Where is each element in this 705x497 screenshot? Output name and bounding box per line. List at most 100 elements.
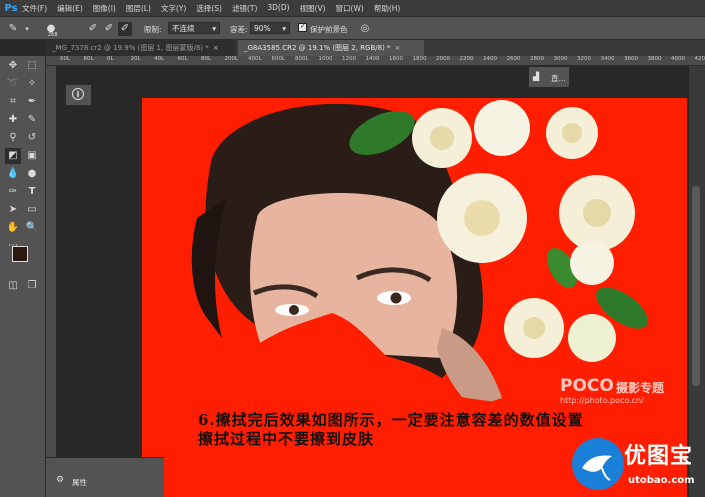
- menu-item-8[interactable]: 视图(V): [300, 3, 326, 14]
- options-bar: ✎ ▾ ● 268 ✐ ✐ ✐ 限制: 不连续 ▾ 容差: 90% ▾ ✓ 保护前景…: [0, 16, 705, 40]
- tool-preset-chevron-icon[interactable]: ▾: [20, 22, 34, 36]
- ruler-tick: 600L: [271, 56, 286, 62]
- brush-size-label: 268: [48, 32, 58, 38]
- menu-item-7[interactable]: 3D(D): [267, 3, 289, 14]
- tolerance-field[interactable]: 90% ▾: [250, 22, 290, 34]
- eyedropper-tool-icon[interactable]: ✒: [24, 94, 40, 110]
- properties-label: 属性: [72, 478, 87, 487]
- protect-foreground-checkbox[interactable]: ✓: [298, 22, 307, 32]
- ruler-tick: 2000: [436, 56, 450, 62]
- ruler-tick: 3200: [577, 56, 591, 62]
- menu-item-3[interactable]: 图层(L): [126, 3, 151, 14]
- ruler-tick: 1600: [389, 56, 403, 62]
- protect-foreground-label: 保护前景色: [310, 25, 348, 34]
- properties-icon: ⚙: [56, 475, 65, 485]
- ruler-tick: 1000: [318, 56, 333, 62]
- menu-item-5[interactable]: 选择(S): [196, 3, 222, 14]
- background-eraser-tool-icon[interactable]: ✎: [6, 22, 20, 36]
- menu-item-6[interactable]: 滤镜(T): [232, 3, 257, 14]
- gradient-tool-icon[interactable]: ▣: [24, 148, 40, 164]
- ruler-tick: 1400: [365, 56, 380, 62]
- histogram-icon: ▟: [533, 72, 540, 81]
- canvas-area[interactable]: POCO 摄影专题 http://photo.poco.cn/ 6.擦拭完后效果…: [56, 66, 689, 497]
- brush-tool-icon[interactable]: ✎: [24, 112, 40, 128]
- ruler-tick: 3800: [647, 56, 662, 62]
- brand-name: 优图宝: [624, 444, 694, 469]
- toolbox: ✥ ⬚ ➰ ✧ ⌗ ✒ ✚ ✎ ⚲ ↺ ◩ ▣ 💧 ● ✑ T ➤ ▭ ✋ 🔍 …: [0, 56, 46, 497]
- crop-tool-icon[interactable]: ⌗: [5, 94, 21, 110]
- ruler-tick: 60L: [177, 56, 188, 62]
- menu-items: 文件(F) 编辑(E) 图像(I) 图层(L) 文字(Y) 选择(S) 滤镜(T) 3D(D)…: [22, 3, 410, 14]
- ruler-tick: 200L: [224, 56, 239, 62]
- ruler-tick: 40L: [154, 56, 165, 62]
- close-icon: ×: [212, 44, 219, 52]
- document-tabs: _MG_7378.cr2 @ 19.9% (图层 1, 图层蒙版/8) * × _…: [46, 40, 705, 56]
- eraser-tool-icon[interactable]: ◩: [5, 148, 21, 164]
- marquee-tool-icon[interactable]: ⬚: [24, 58, 40, 74]
- zoom-tool-icon[interactable]: 🔍: [24, 220, 40, 236]
- vertical-scrollbar[interactable]: [689, 66, 705, 497]
- history-brush-tool-icon[interactable]: ↺: [24, 130, 40, 146]
- rectangle-tool-icon[interactable]: ▭: [24, 202, 40, 218]
- ruler-tick: 1200: [342, 56, 356, 62]
- ruler-tick: 2600: [506, 56, 521, 62]
- quick-mask-icon[interactable]: ◫: [5, 278, 21, 294]
- ruler-tick: 0L: [107, 56, 114, 62]
- menu-item-10[interactable]: 帮助(H): [374, 3, 401, 14]
- info-panel[interactable]: i: [65, 84, 92, 106]
- ruler-tick: 2200: [459, 56, 474, 62]
- ruler-tick: 1800: [412, 56, 427, 62]
- sampling-once-icon[interactable]: ✐: [102, 22, 116, 36]
- pressure-size-icon[interactable]: ◎: [358, 22, 372, 36]
- properties-panel[interactable]: ⚙ 属性: [46, 457, 164, 497]
- ruler-tick: 80L: [201, 56, 212, 62]
- healing-brush-tool-icon[interactable]: ✚: [5, 112, 21, 128]
- watermark-logo: POCO: [560, 376, 614, 396]
- clone-stamp-tool-icon[interactable]: ⚲: [5, 130, 21, 146]
- menu-bar: Ps 文件(F) 编辑(E) 图像(I) 图层(L) 文字(Y) 选择(S) 滤镜(T) 3D…: [0, 0, 705, 16]
- type-tool-icon[interactable]: T: [24, 184, 40, 200]
- ruler-tick: 20L: [130, 56, 141, 62]
- bird-icon: [582, 455, 612, 481]
- brand-logo: [572, 438, 624, 490]
- watermark-title: 摄影专题: [616, 381, 665, 395]
- menu-item-9[interactable]: 窗口(W): [336, 3, 364, 14]
- ruler-tick: 4200: [694, 56, 705, 62]
- sampling-continuous-icon[interactable]: ✐: [86, 22, 100, 36]
- ruler-tick: 3600: [624, 56, 638, 62]
- ruler-tick: 400L: [248, 56, 262, 62]
- menu-item-0[interactable]: 文件(F): [22, 3, 47, 14]
- foreground-color-swatch[interactable]: [12, 246, 28, 262]
- brand-url: utobao.com: [628, 475, 695, 486]
- menu-item-1[interactable]: 编辑(E): [57, 3, 83, 14]
- blur-tool-icon[interactable]: 💧: [5, 166, 21, 182]
- limits-select[interactable]: 不连续 ▾: [168, 22, 220, 34]
- quick-select-tool-icon[interactable]: ✧: [24, 76, 40, 92]
- info-icon[interactable]: i: [72, 88, 84, 100]
- caption-line-1: 6.擦拭完后效果如图所示，一定要注意容差的数值设置: [198, 411, 584, 429]
- dodge-tool-icon[interactable]: ●: [24, 166, 40, 182]
- tab-mg-7378[interactable]: _MG_7378.cr2 @ 19.9% (图层 1, 图层蒙版/8) * ×: [46, 40, 236, 56]
- screen-mode-icon[interactable]: ❐: [24, 278, 40, 294]
- ruler-tick: 60L: [60, 56, 71, 62]
- path-selection-tool-icon[interactable]: ➤: [5, 202, 21, 218]
- close-icon: ×: [394, 44, 401, 52]
- move-tool-icon[interactable]: ✥: [5, 58, 21, 74]
- tab-g8a3585[interactable]: _G8A3585.CR2 @ 19.1% (图层 2, RGB/8) * ×: [238, 40, 424, 56]
- menu-item-4[interactable]: 文字(Y): [161, 3, 186, 14]
- ruler-tick: 800L: [295, 56, 309, 62]
- histogram-label: 直...: [551, 74, 566, 83]
- photoshop-logo: Ps: [4, 2, 18, 14]
- pen-tool-icon[interactable]: ✑: [5, 184, 21, 200]
- ruler-tick: 3000: [553, 56, 568, 62]
- histogram-panel[interactable]: ▟ 直...: [528, 66, 570, 88]
- menu-item-2[interactable]: 图像(I): [93, 3, 116, 14]
- tolerance-label: 容差:: [230, 25, 248, 34]
- caption-line-2: 擦拭过程中不要擦到皮肤: [198, 430, 375, 448]
- ruler-tick: 4000: [671, 56, 685, 62]
- sampling-background-swatch-icon[interactable]: ✐: [118, 22, 132, 36]
- watermark-url: http://photo.poco.cn/: [560, 396, 644, 405]
- scrollbar-thumb[interactable]: [692, 186, 700, 386]
- lasso-tool-icon[interactable]: ➰: [5, 76, 21, 92]
- hand-tool-icon[interactable]: ✋: [5, 220, 21, 236]
